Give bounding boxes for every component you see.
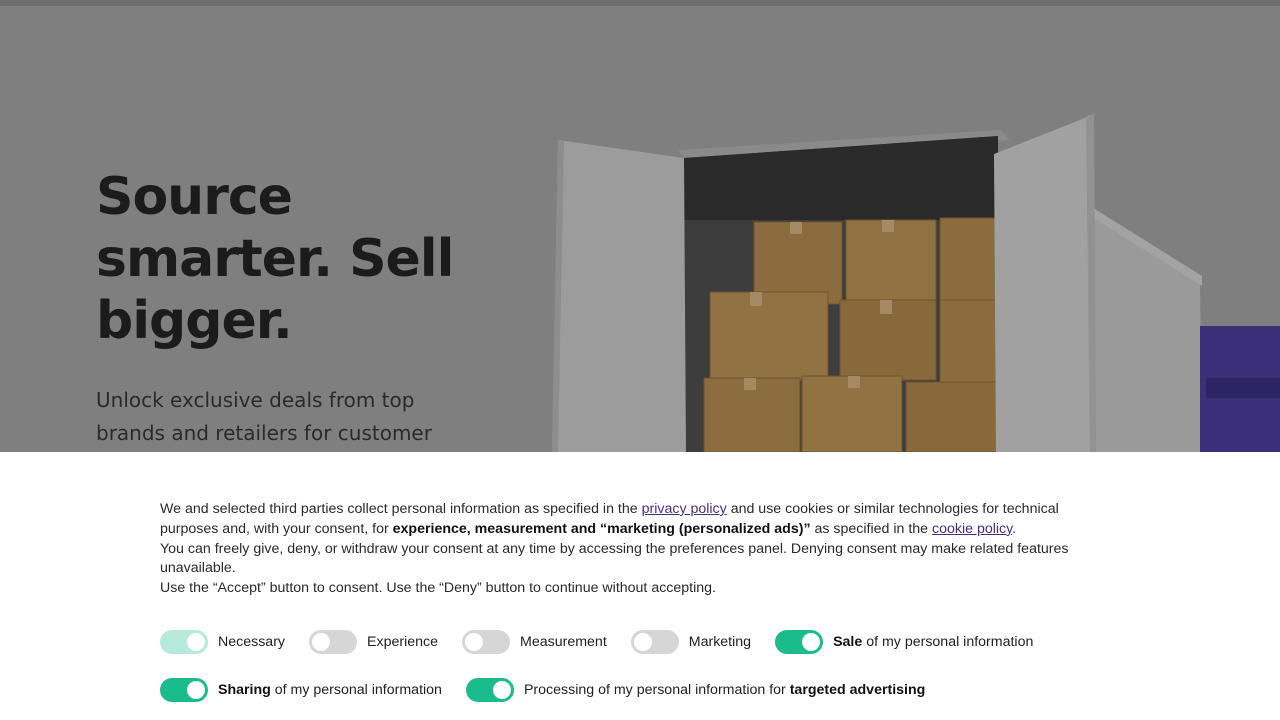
experience-switch[interactable]	[309, 630, 358, 654]
consent-toggles-row-1: Necessary Experience Measurement Marketi…	[160, 629, 1057, 655]
toggle-experience[interactable]: Experience	[309, 630, 438, 654]
switch-knob	[492, 681, 511, 699]
targeted-label-pre: Processing of my personal information fo…	[523, 682, 790, 698]
cookie-policy-link[interactable]: cookie policy	[932, 521, 1012, 537]
marketing-label: Marketing	[688, 634, 752, 650]
sale-label: Sale of my personal information	[833, 634, 1033, 650]
switch-knob	[187, 633, 205, 651]
necessary-switch[interactable]	[160, 630, 208, 654]
toggle-targeted-advertising[interactable]: Processing of my personal information fo…	[465, 678, 925, 702]
sharing-label: Sharing of my personal information	[218, 682, 442, 698]
cookie-consent-banner: We and selected third parties collect pe…	[0, 452, 1280, 720]
targeted-advertising-label: Processing of my personal information fo…	[524, 682, 925, 698]
consent-withdraw-text: You can freely give, deny, or withdraw y…	[160, 540, 1069, 577]
consent-purposes-bold: experience, measurement and “marketing (…	[392, 520, 811, 537]
switch-knob	[633, 633, 652, 651]
toggle-necessary[interactable]: Necessary	[160, 630, 285, 654]
experience-label: Experience	[367, 634, 439, 650]
targeted-advertising-switch[interactable]	[465, 678, 514, 702]
sale-switch[interactable]	[775, 630, 824, 654]
hero-title: Source smarter. Sell bigger.	[96, 167, 454, 351]
sale-label-bold: Sale	[833, 634, 863, 650]
toggle-marketing[interactable]: Marketing	[630, 630, 752, 654]
consent-text: We and selected third parties collect pe…	[160, 500, 1100, 599]
marketing-switch[interactable]	[630, 630, 679, 654]
toggle-sharing[interactable]: Sharing of my personal information	[160, 678, 442, 702]
switch-knob	[465, 633, 484, 651]
consent-text-part: as specified in the	[810, 520, 932, 537]
delivery-truck-image	[550, 110, 1280, 452]
sharing-label-rest: of my personal information	[270, 682, 442, 698]
switch-knob	[802, 633, 821, 651]
hero-section: Source smarter. Sell bigger. Unlock excl…	[0, 6, 1280, 452]
targeted-label-bold: targeted advertising	[789, 682, 926, 698]
switch-knob	[187, 681, 205, 699]
necessary-label: Necessary	[218, 634, 286, 650]
sharing-switch[interactable]	[160, 678, 208, 702]
privacy-policy-link[interactable]: privacy policy	[642, 501, 727, 517]
measurement-label: Measurement	[520, 634, 607, 650]
consent-instructions-text: Use the “Accept” button to consent. Use …	[160, 580, 716, 597]
consent-toggles-row-2: Sharing of my personal information Proce…	[160, 677, 949, 703]
consent-text-part: .	[1012, 520, 1017, 537]
hero-subtitle: Unlock exclusive deals from top brands a…	[96, 388, 432, 445]
sharing-label-bold: Sharing	[218, 682, 271, 698]
sale-label-rest: of my personal information	[862, 634, 1034, 650]
toggle-sale[interactable]: Sale of my personal information	[775, 630, 1033, 654]
consent-text-part: We and selected third parties collect pe…	[160, 501, 642, 517]
measurement-switch[interactable]	[462, 630, 511, 654]
switch-knob	[312, 633, 331, 651]
toggle-measurement[interactable]: Measurement	[462, 630, 607, 654]
